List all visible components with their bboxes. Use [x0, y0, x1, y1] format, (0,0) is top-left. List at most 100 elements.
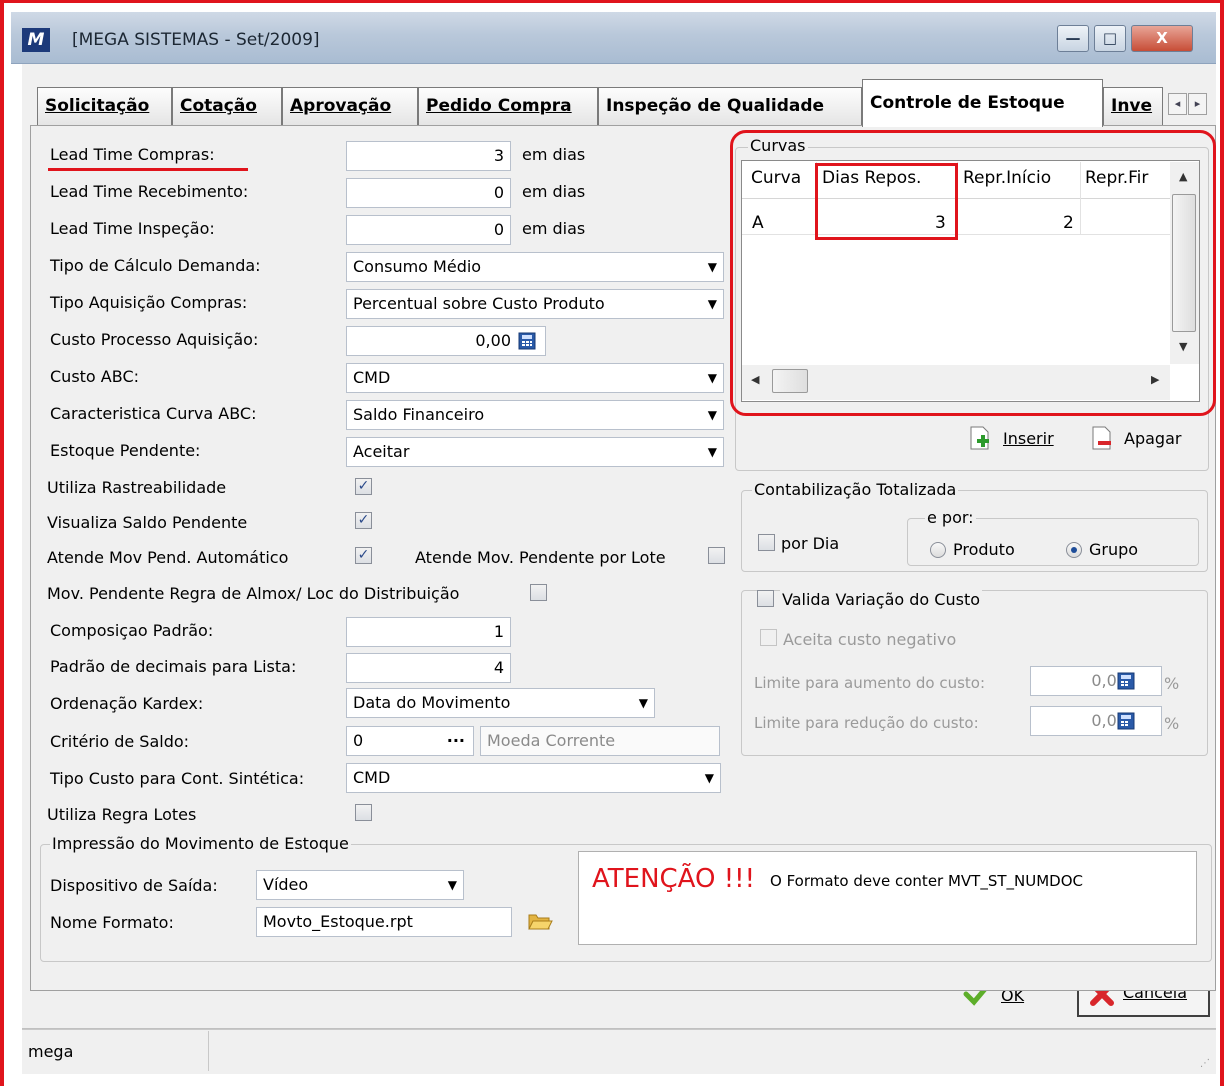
inserir-button[interactable]: Inserir [1003, 429, 1054, 448]
status-bar [22, 1029, 1216, 1074]
calculator-icon[interactable] [1117, 672, 1135, 690]
tab-label: Pedido Compra [426, 96, 572, 116]
mov-pendente-regra-almox-checkbox[interactable] [530, 584, 547, 601]
estoque-pendente-select[interactable]: Aceitar ▼ [346, 437, 724, 467]
limite-aumento-label: Limite para aumento do custo: [754, 674, 986, 692]
dropdown-arrow-icon: ▼ [447, 878, 457, 892]
dispositivo-saida-label: Dispositivo de Saída: [50, 876, 218, 895]
percent-label: % [1164, 674, 1180, 693]
tab-solicitacao[interactable]: Solicitação [37, 87, 172, 125]
lead-time-inspecao-label: Lead Time Inspeção: [50, 219, 215, 238]
tipo-aquisicao-compras-label: Tipo Aquisição Compras: [50, 293, 248, 312]
limite-reducao-input[interactable]: 0,00 [1030, 706, 1162, 736]
produto-radio[interactable] [930, 542, 946, 558]
dispositivo-saida-select[interactable]: Vídeo ▼ [256, 870, 464, 900]
tab-inspecao-qualidade[interactable]: Inspeção de Qualidade [598, 87, 862, 125]
criterio-saldo-description: Moeda Corrente [480, 726, 720, 756]
annotation-frame-right [1220, 0, 1224, 1086]
tipo-calculo-demanda-select[interactable]: Consumo Médio ▼ [346, 252, 724, 282]
grupo-radio[interactable] [1066, 542, 1082, 558]
select-value: Consumo Médio [353, 257, 482, 276]
visualiza-saldo-pendente-label: Visualiza Saldo Pendente [47, 513, 248, 532]
tipo-aquisicao-compras-select[interactable]: Percentual sobre Custo Produto ▼ [346, 289, 724, 319]
annotation-frame-top [0, 0, 1224, 3]
produto-label: Produto [953, 540, 1015, 559]
aceita-custo-negativo-checkbox[interactable] [760, 629, 777, 646]
select-value: Vídeo [263, 875, 309, 894]
tab-label: Inve [1111, 96, 1153, 116]
utiliza-rastreabilidade-checkbox[interactable]: ✓ [355, 478, 372, 495]
atende-mov-pendente-por-lote-checkbox[interactable] [708, 547, 725, 564]
status-divider [208, 1031, 209, 1071]
tab-cotacao[interactable]: Cotação [172, 87, 282, 125]
tipo-custo-cont-sintetica-label: Tipo Custo para Cont. Sintética: [50, 769, 305, 788]
field-value: 0 [353, 731, 364, 750]
criterio-saldo-input[interactable]: 0... [346, 726, 474, 756]
utiliza-rastreabilidade-label: Utiliza Rastreabilidade [47, 478, 227, 497]
nome-formato-input[interactable]: Movto_Estoque.rpt [256, 907, 512, 937]
lead-time-inspecao-input[interactable]: 0 [346, 215, 511, 245]
aceita-custo-negativo-label: Aceita custo negativo [783, 630, 957, 649]
tab-label: Inspeção de Qualidade [606, 96, 825, 116]
atende-mov-pend-automatico-checkbox[interactable]: ✓ [355, 547, 372, 564]
composicao-padrao-input[interactable]: 1 [346, 617, 511, 647]
dropdown-arrow-icon: ▼ [707, 297, 717, 311]
ordenacao-kardex-select[interactable]: Data do Movimento ▼ [346, 688, 655, 718]
tab-scroll-left-button[interactable]: ◂ [1168, 93, 1187, 115]
tipo-custo-cont-sintetica-select[interactable]: CMD ▼ [346, 763, 721, 793]
select-value: Data do Movimento [353, 693, 511, 712]
select-value: Saldo Financeiro [353, 405, 485, 424]
tab-scroll-right-button[interactable]: ▸ [1188, 93, 1207, 115]
lookup-button[interactable]: ... [447, 727, 465, 751]
utiliza-regra-lotes-label: Utiliza Regra Lotes [47, 805, 197, 824]
custo-processo-aquisicao-input[interactable]: 0,00 [346, 326, 546, 356]
custo-abc-select[interactable]: CMD ▼ [346, 363, 724, 393]
calculator-icon[interactable] [1117, 712, 1135, 730]
calculator-icon[interactable] [518, 332, 536, 350]
field-value: 0,00 [475, 331, 511, 350]
annotation-underline [48, 168, 248, 171]
atencao-message: O Formato deve conter MVT_ST_NUMDOC [770, 872, 1084, 890]
por-dia-checkbox[interactable] [758, 534, 775, 551]
add-document-icon[interactable] [967, 425, 993, 451]
dropdown-arrow-icon: ▼ [704, 771, 714, 785]
tab-controle-estoque[interactable]: Controle de Estoque [862, 79, 1103, 127]
lead-time-compras-label: Lead Time Compras: [50, 145, 215, 164]
valida-variacao-custo-checkbox[interactable] [757, 590, 774, 607]
annotation-frame-left [0, 0, 4, 1086]
close-button[interactable]: X [1131, 25, 1193, 52]
limite-aumento-input[interactable]: 0,00 [1030, 666, 1162, 696]
folder-icon[interactable] [527, 910, 553, 932]
select-value: Aceitar [353, 442, 410, 461]
minimize-button[interactable]: — [1057, 25, 1089, 52]
resize-grip-icon[interactable]: ⋰ [1200, 1058, 1210, 1069]
maximize-button[interactable]: □ [1094, 25, 1126, 52]
tab-label: Cotação [180, 96, 257, 116]
select-value: CMD [353, 368, 391, 387]
dropdown-arrow-icon: ▼ [707, 260, 717, 274]
custo-processo-aquisicao-label: Custo Processo Aquisição: [50, 330, 259, 349]
lead-time-compras-input[interactable]: 3 [346, 141, 511, 171]
limite-reducao-label: Limite para redução do custo: [754, 714, 979, 732]
valida-variacao-custo-label: Valida Variação do Custo [780, 590, 982, 609]
nome-formato-label: Nome Formato: [50, 913, 174, 932]
utiliza-regra-lotes-checkbox[interactable] [355, 804, 372, 821]
dropdown-arrow-icon: ▼ [707, 408, 717, 422]
dropdown-arrow-icon: ▼ [707, 371, 717, 385]
atende-mov-pend-automatico-label: Atende Mov Pend. Automático [47, 548, 289, 567]
unit-label: em dias [522, 145, 586, 164]
padrao-decimais-lista-input[interactable]: 4 [346, 653, 511, 683]
tipo-calculo-demanda-label: Tipo de Cálculo Demanda: [50, 256, 261, 275]
caracteristica-curva-abc-select[interactable]: Saldo Financeiro ▼ [346, 400, 724, 430]
tab-aprovacao[interactable]: Aprovação [282, 87, 418, 125]
visualiza-saldo-pendente-checkbox[interactable]: ✓ [355, 512, 372, 529]
apagar-button[interactable]: Apagar [1124, 429, 1181, 448]
tab-inventario[interactable]: Inve [1103, 87, 1163, 125]
tab-pedido-compra[interactable]: Pedido Compra [418, 87, 598, 125]
padrao-decimais-lista-label: Padrão de decimais para Lista: [50, 657, 297, 676]
unit-label: em dias [522, 182, 586, 201]
delete-document-icon[interactable] [1089, 425, 1115, 451]
app-logo-icon: M [22, 28, 50, 52]
caracteristica-curva-abc-label: Caracteristica Curva ABC: [50, 404, 257, 423]
lead-time-recebimento-input[interactable]: 0 [346, 178, 511, 208]
